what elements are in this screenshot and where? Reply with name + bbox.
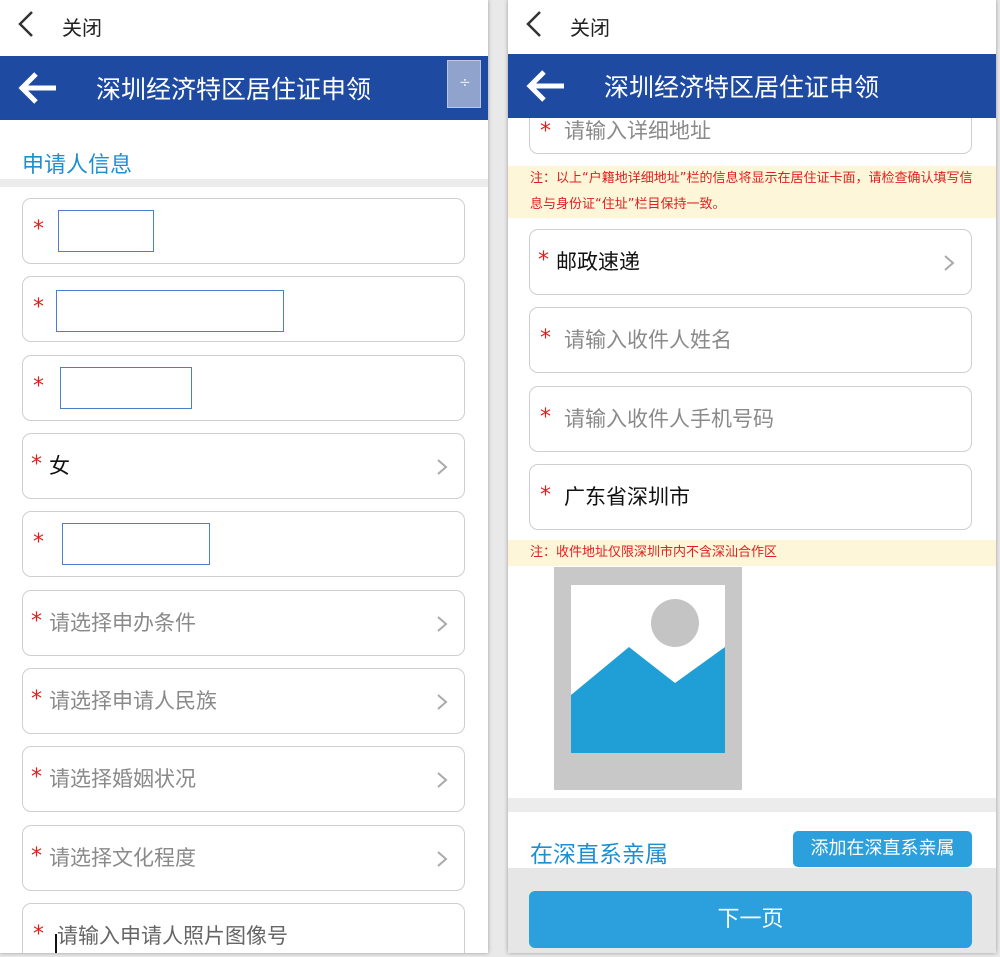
next-page-button[interactable]: 下一页: [529, 891, 972, 948]
required-star: *: [540, 405, 551, 430]
recipient-name-placeholder: 请输入收件人姓名: [564, 328, 732, 352]
recipient-city-value: 广东省深圳市: [564, 485, 690, 509]
back-chevron-icon[interactable]: [518, 6, 554, 42]
required-star: *: [33, 374, 44, 399]
chevron-right-icon: [437, 459, 448, 475]
phone-field[interactable]: *: [22, 355, 465, 421]
relatives-heading: 在深直系亲属: [530, 842, 668, 868]
gender-value: 女: [49, 454, 70, 478]
id-number-field[interactable]: *: [22, 276, 465, 342]
required-star: *: [31, 844, 42, 869]
chevron-right-icon: [437, 772, 448, 788]
recipient-name-input[interactable]: * 请输入收件人姓名: [529, 307, 972, 373]
chevron-right-icon: [437, 616, 448, 632]
right-screen: 关闭 * 请输入详细地址 深圳经济特区居住证申领 注：以上“户籍地详细地址”栏的…: [508, 0, 996, 953]
chevron-right-icon: [944, 255, 955, 271]
required-star: *: [538, 248, 549, 273]
back-chevron-icon[interactable]: [10, 6, 46, 42]
name-field[interactable]: *: [22, 198, 465, 264]
add-relative-button[interactable]: 添加在深直系亲属: [793, 831, 972, 867]
photo-upload[interactable]: [554, 567, 742, 790]
detail-address-placeholder: 请输入详细地址: [564, 119, 711, 143]
redacted-value: [60, 367, 192, 409]
required-star: *: [31, 687, 42, 712]
redacted-value: [62, 523, 210, 565]
education-select[interactable]: * 请选择文化程度: [22, 825, 465, 891]
chevron-right-icon: [437, 694, 448, 710]
divide-icon: ÷: [459, 75, 471, 91]
image-placeholder-icon: [571, 585, 725, 753]
recipient-phone-input[interactable]: * 请输入收件人手机号码: [529, 386, 972, 452]
required-star: *: [33, 217, 44, 242]
redacted-value: [58, 210, 154, 252]
required-star: *: [540, 119, 551, 144]
marital-status-placeholder: 请选择婚姻状况: [49, 767, 196, 791]
gender-select[interactable]: * 女: [22, 433, 465, 499]
title-bar: 深圳经济特区居住证申领: [508, 54, 996, 118]
left-screen: 关闭 深圳经济特区居住证申领 ÷ 申请人信息 * * * * 女 * * 请选择…: [0, 0, 488, 953]
required-star: *: [33, 530, 44, 555]
recipient-phone-placeholder: 请输入收件人手机号码: [564, 407, 774, 431]
section-divider: [508, 798, 996, 812]
back-arrow-icon[interactable]: [18, 70, 58, 106]
apply-condition-placeholder: 请选择申办条件: [49, 611, 196, 635]
required-star: *: [31, 609, 42, 634]
photo-number-input[interactable]: * 请输入申请人照片图像号: [22, 903, 465, 953]
education-placeholder: 请选择文化程度: [49, 846, 196, 870]
title-bar: 深圳经济特区居住证申领 ÷: [0, 56, 488, 120]
address-limit-note: 注：收件地址仅限深圳市内不含深汕合作区: [508, 540, 996, 566]
top-bar: 关闭: [0, 0, 488, 52]
page-title: 深圳经济特区居住证申领: [96, 75, 372, 104]
address-display-note: 注：以上“户籍地详细地址”栏的信息将显示在居住证卡面，请检查确认填写信息与身份证…: [508, 166, 996, 218]
delivery-method-value: 邮政速递: [556, 250, 640, 274]
page-title: 深圳经济特区居住证申领: [604, 73, 880, 102]
close-button[interactable]: 关闭: [570, 12, 610, 41]
required-star: *: [33, 295, 44, 320]
required-star: *: [31, 765, 42, 790]
required-star: *: [540, 326, 551, 351]
ethnicity-select[interactable]: * 请选择申请人民族: [22, 668, 465, 734]
photo-number-placeholder: 请输入申请人照片图像号: [57, 924, 288, 948]
apply-condition-select[interactable]: * 请选择申办条件: [22, 590, 465, 656]
menu-button[interactable]: ÷: [447, 60, 481, 108]
chevron-right-icon: [437, 851, 448, 867]
redacted-value: [56, 290, 284, 332]
required-star: *: [31, 452, 42, 477]
back-arrow-icon[interactable]: [526, 68, 566, 104]
applicant-info-heading: 申请人信息: [22, 153, 133, 178]
top-bar: 关闭: [508, 0, 996, 52]
required-star: *: [33, 922, 44, 947]
ethnicity-placeholder: 请选择申请人民族: [49, 689, 217, 713]
marital-status-select[interactable]: * 请选择婚姻状况: [22, 746, 465, 812]
recipient-city-field[interactable]: * 广东省深圳市: [529, 464, 972, 530]
delivery-method-select[interactable]: * 邮政速递: [529, 229, 972, 295]
section-divider: [0, 179, 488, 187]
close-button[interactable]: 关闭: [62, 12, 102, 41]
required-star: *: [540, 483, 551, 508]
birth-field[interactable]: *: [22, 511, 465, 577]
